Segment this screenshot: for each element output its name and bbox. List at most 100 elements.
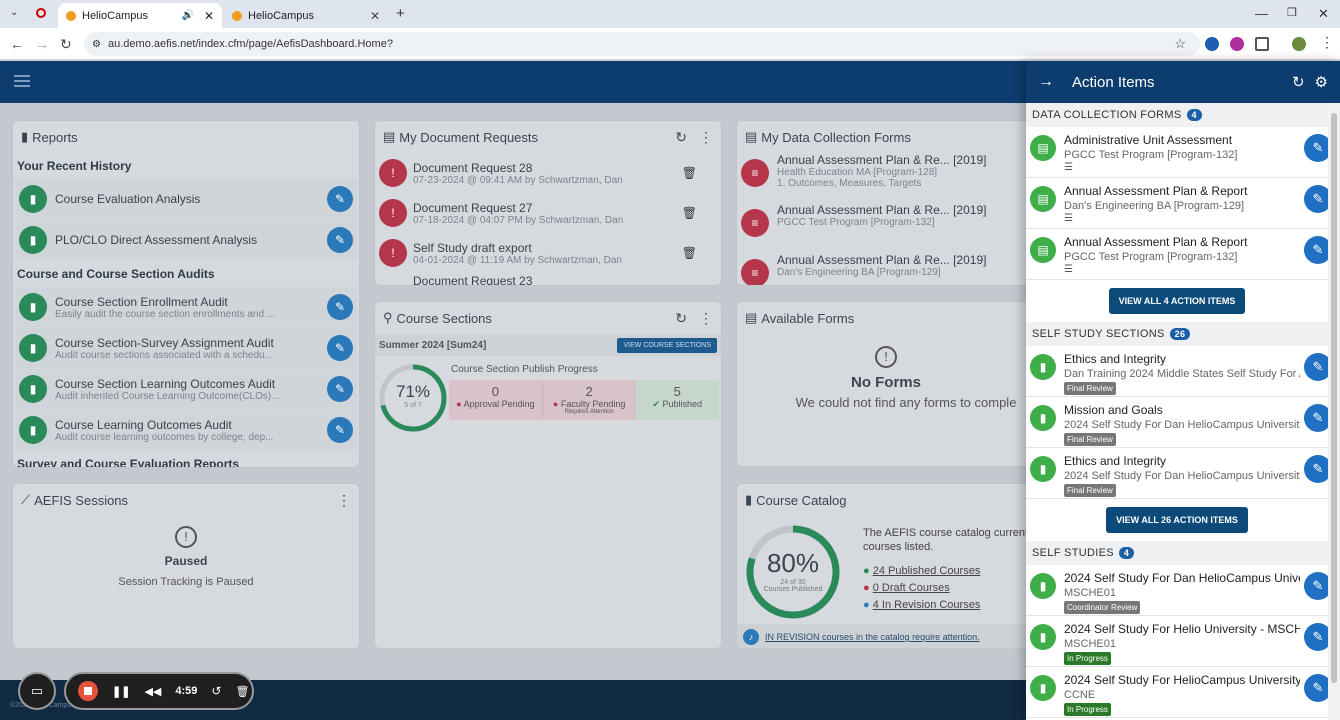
action-item[interactable]: ▮ 2024 Self Study For HelioCampus Univer… (1026, 667, 1332, 718)
edit-icon[interactable]: ✎ (327, 186, 353, 212)
published-stat: 5 ✔ Published (635, 380, 720, 420)
aefis-sessions-card: ⟋ AEFIS Sessions ⋮ ! Paused Session Trac… (12, 483, 360, 649)
stop-button[interactable] (78, 681, 98, 701)
form-item[interactable]: ≡ Annual Assessment Plan & Re... [2019] H… (741, 153, 1031, 203)
close-window-icon[interactable]: ✕ (1318, 6, 1329, 22)
trash-icon[interactable]: 🗑 (682, 166, 697, 180)
request-meta: 04-01-2024 @ 11:19 AM by Schwartzman, Da… (413, 254, 622, 266)
report-item[interactable]: ▮ Course Evaluation Analysis ✎ (15, 179, 357, 219)
status-dot-icon: ● (863, 565, 870, 577)
edit-icon[interactable]: ✎ (327, 294, 353, 320)
sitemap-icon: ⚲ (383, 310, 393, 325)
document-request-item[interactable]: Document Request 23 (379, 273, 717, 285)
term-label: Summer 2024 [Sum24] (379, 339, 487, 351)
pause-icon[interactable]: ❚❚ (112, 685, 130, 698)
stat-value: 0 (491, 384, 499, 399)
more-menu-icon[interactable]: ⋮ (699, 129, 713, 146)
refresh-icon[interactable]: ↻ (675, 129, 687, 146)
view-course-sections-button[interactable]: VIEW COURSE SECTIONS (617, 337, 717, 353)
report-title: Course Section Enrollment Audit (55, 294, 228, 309)
form-sub: Dan's Engineering BA [Program-129] (777, 267, 941, 278)
browser-menu-icon[interactable]: ⋮ (1320, 34, 1334, 51)
more-menu-icon[interactable]: ⋮ (337, 492, 351, 509)
action-item[interactable]: ▮ Ethics and Integrity Dan Training 2024… (1026, 346, 1332, 397)
document-request-item[interactable]: ! Document Request 28 07-23-2024 @ 09:41 … (379, 153, 717, 193)
report-item[interactable]: ▮ Course Learning Outcomes Audit Audit co… (15, 410, 357, 450)
site-settings-icon[interactable]: ⚙ (92, 39, 101, 50)
url-field[interactable]: ⚙ au.demo.aefis.net/index.cfm/page/Aefis… (84, 32, 1200, 56)
action-item[interactable]: ▤ Administrative Unit Assessment PGCC Te… (1026, 127, 1332, 178)
edit-icon[interactable]: ✎ (327, 227, 353, 253)
document-request-list: ! Document Request 28 07-23-2024 @ 09:41 … (375, 153, 721, 285)
camera-button[interactable]: ▭ (18, 672, 56, 710)
bookmark-star-icon[interactable]: ☆ (1174, 36, 1186, 52)
document-request-item[interactable]: ! Document Request 27 07-18-2024 @ 04:07 … (379, 193, 717, 233)
video-camera-icon: ▭ (30, 683, 44, 698)
catalog-link[interactable]: ● 24 Published Courses (863, 564, 1035, 578)
alert-text[interactable]: IN REVISION courses in the catalog requi… (765, 632, 980, 642)
restore-icon[interactable]: ❐ (1287, 6, 1297, 19)
report-item[interactable]: ▮ Course Section Enrollment Audit Easily … (15, 287, 357, 327)
report-item[interactable]: ▮ PLO/CLO Direct Assessment Analysis ✎ (15, 220, 357, 260)
session-message: Session Tracking is Paused (118, 576, 254, 588)
trash-icon[interactable]: 🗑 (682, 246, 697, 260)
browser-tab-1[interactable]: HelioCampus 🔊 ✕ (58, 3, 222, 28)
edit-icon[interactable]: ✎ (327, 335, 353, 361)
refresh-icon[interactable]: ↻ (1292, 73, 1305, 91)
action-item[interactable]: ▮ Mission and Goals 2024 Self Study For … (1026, 397, 1332, 448)
minimize-icon[interactable]: — (1255, 6, 1268, 21)
action-item[interactable]: ▮ Ethics and Integrity 2024 Self Study F… (1026, 448, 1332, 499)
alert-icon: ! (379, 159, 407, 187)
rewind-icon[interactable]: ◀◀ (144, 685, 161, 698)
restart-icon[interactable]: ↺ (211, 684, 221, 698)
scrollbar-thumb[interactable] (1331, 113, 1337, 683)
view-all-forms-button[interactable]: VIEW ALL 4 ACTION ITEMS (1108, 288, 1246, 314)
action-item[interactable]: ▮ 2024 Self Study For Helio University -… (1026, 616, 1332, 667)
published-courses-link[interactable]: 24 Published Courses (873, 565, 981, 577)
extensions-puzzle-icon[interactable] (1255, 37, 1269, 51)
close-icon[interactable]: ✕ (370, 9, 380, 23)
form-title: Annual Assessment Plan & Re... [2019] (777, 253, 987, 267)
extension-icon[interactable] (1205, 37, 1219, 51)
report-item[interactable]: ▮ Course Section Learning Outcomes Audit… (15, 369, 357, 409)
panel-scrollbar[interactable] (1328, 103, 1340, 720)
card-title: My Document Requests (399, 129, 539, 145)
trash-icon[interactable]: 🗑 (235, 685, 249, 698)
revision-courses-link[interactable]: 4 In Revision Courses (873, 599, 981, 611)
action-item[interactable]: ▤ Annual Assessment Plan & Report Dan's … (1026, 178, 1332, 229)
item-title: Annual Assessment Plan & Report (1064, 235, 1248, 249)
stat-sub: Requires Attention (564, 409, 614, 415)
draft-courses-link[interactable]: 0 Draft Courses (873, 582, 950, 594)
close-icon[interactable]: ✕ (204, 9, 214, 23)
trash-icon[interactable]: 🗑 (682, 206, 697, 220)
hamburger-menu-icon[interactable] (14, 75, 30, 87)
recorder-controls: ❚❚ ◀◀ 4:59 ↺ 🗑 (64, 672, 254, 710)
tab-list-icon[interactable]: ⌄ (10, 7, 18, 18)
browser-tab-2[interactable]: HelioCampus ✕ (224, 3, 388, 28)
report-item[interactable]: ▮ Course Section-Survey Assignment Audit… (15, 328, 357, 368)
gear-icon[interactable]: ⚙ (1315, 73, 1328, 91)
more-menu-icon[interactable]: ⋮ (699, 310, 713, 327)
extension-icon[interactable] (1230, 37, 1244, 51)
edit-icon[interactable]: ✎ (327, 417, 353, 443)
forward-icon[interactable]: → (35, 36, 49, 52)
reload-icon[interactable]: ↻ (60, 36, 72, 53)
edit-icon[interactable]: ✎ (327, 376, 353, 402)
audio-icon[interactable]: 🔊 (181, 10, 193, 21)
catalog-link[interactable]: ● 0 Draft Courses (863, 581, 1035, 595)
document-request-item[interactable]: ! Self Study draft export 04-01-2024 @ 11… (379, 233, 717, 273)
section-heading: Survey and Course Evaluation Reports (17, 457, 240, 468)
action-item[interactable]: ▤ Annual Assessment Plan & Report PGCC T… (1026, 229, 1332, 280)
back-icon[interactable]: ← (10, 36, 24, 52)
form-item[interactable]: ≡ Annual Assessment Plan & Re... [2019] D… (741, 253, 1031, 285)
form-item[interactable]: ≡ Annual Assessment Plan & Re... [2019] P… (741, 203, 1031, 253)
new-tab-icon[interactable]: + (396, 5, 405, 22)
section-title: SELF STUDY SECTIONS (1032, 328, 1165, 340)
profile-avatar[interactable] (1292, 37, 1306, 51)
action-item[interactable]: ▮ 2024 Self Study For Dan HelioCampus Un… (1026, 565, 1332, 616)
collapse-arrow-icon[interactable]: → (1038, 73, 1054, 91)
catalog-desc: The AEFIS course catalog currently (863, 527, 1036, 539)
view-all-sections-button[interactable]: VIEW ALL 26 ACTION ITEMS (1106, 507, 1248, 533)
refresh-icon[interactable]: ↻ (675, 310, 687, 327)
catalog-link[interactable]: ● 4 In Revision Courses (863, 598, 1035, 612)
